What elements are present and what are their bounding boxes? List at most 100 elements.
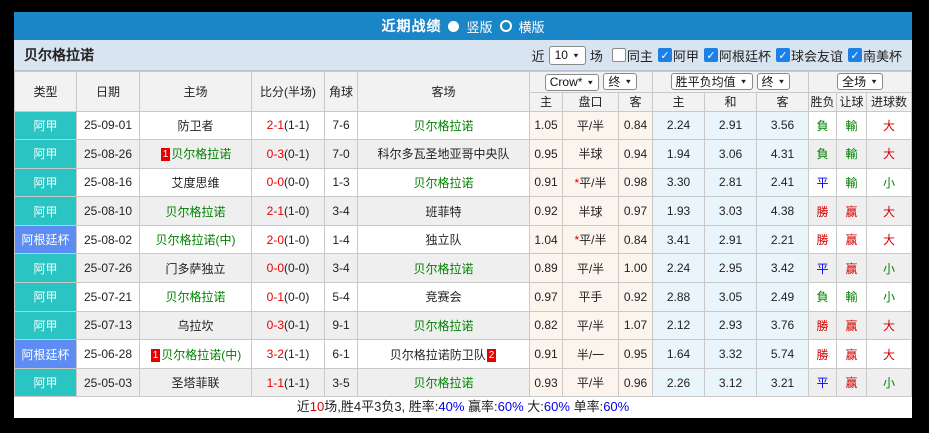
goals-result-cell: 小 bbox=[866, 282, 913, 312]
col-header-corner: 角球 bbox=[324, 71, 358, 112]
date-cell: 25-08-02 bbox=[76, 224, 140, 255]
fulltime-score: 1-1 bbox=[266, 375, 284, 390]
handicap-result-cell: 赢 bbox=[836, 224, 868, 255]
home-odds-cell: 0.95 bbox=[529, 139, 563, 169]
team-link[interactable]: 贝尔格拉诺(中) bbox=[156, 233, 236, 247]
team-link[interactable]: 竞赛会 bbox=[425, 290, 461, 304]
date-cell: 25-09-01 bbox=[76, 110, 140, 141]
away-odds-cell: 0.94 bbox=[617, 139, 654, 169]
vertical-layout-radio[interactable] bbox=[448, 20, 460, 32]
wdl-result-cell: 平 bbox=[808, 167, 838, 198]
avg-home-cell: 1.93 bbox=[652, 196, 706, 226]
team-link[interactable]: 贝尔格拉诺 bbox=[413, 319, 473, 333]
rank-badge: 1 bbox=[150, 348, 161, 362]
avg-home-cell: 1.64 bbox=[652, 339, 706, 369]
league-cell: 阿甲 bbox=[14, 167, 77, 198]
away-odds-cell: 0.84 bbox=[617, 110, 654, 141]
full-match-select[interactable]: 全场 ▼ bbox=[837, 73, 884, 91]
team-link[interactable]: 科尔多瓦圣地亚哥中央队 bbox=[377, 147, 509, 161]
team-link[interactable]: 贝尔格拉诺 bbox=[413, 119, 473, 133]
checked-checkbox-icon[interactable]: ✓ bbox=[657, 48, 672, 62]
league-filter-checkbox[interactable]: ✓ 球会友谊 bbox=[775, 46, 843, 65]
date-cell: 25-05-03 bbox=[76, 367, 140, 398]
avg-home-cell: 3.41 bbox=[652, 224, 706, 255]
home-odds-cell: 1.05 bbox=[529, 110, 563, 141]
checkbox-label[interactable]: 球会友谊 bbox=[791, 46, 843, 65]
handicap-result-cell: 赢 bbox=[836, 310, 868, 341]
date-cell: 25-06-28 bbox=[76, 339, 140, 369]
away-odds-cell: 0.84 bbox=[617, 224, 654, 255]
chevron-down-icon: ▼ bbox=[571, 51, 580, 59]
team-link[interactable]: 贝尔格拉诺 bbox=[413, 262, 473, 276]
team-link[interactable]: 圣塔菲联 bbox=[171, 376, 219, 390]
bookmaker-select[interactable]: Crow* ▼ bbox=[544, 73, 600, 91]
goals-result-cell: 小 bbox=[866, 253, 913, 284]
goals-result-cell: 大 bbox=[866, 339, 913, 369]
team-link[interactable]: 贝尔格拉诺 bbox=[171, 147, 231, 161]
halftime-score: (0-1) bbox=[284, 146, 310, 161]
away-odds-cell: 1.07 bbox=[617, 310, 654, 341]
league-filter-checkbox[interactable]: ✓ 阿根廷杯 bbox=[703, 46, 771, 65]
league-filter-checkbox[interactable]: ✓ 阿甲 bbox=[657, 46, 699, 65]
summary-label-2: 赢率: bbox=[464, 399, 498, 415]
match-count-select[interactable]: 10 ▼ bbox=[548, 45, 586, 65]
odds-group-header: Crow* ▼ 终 ▼ bbox=[528, 71, 654, 93]
unchecked-checkbox-icon[interactable]: ✓ bbox=[611, 48, 626, 62]
horizontal-layout-radio[interactable] bbox=[499, 20, 512, 32]
date-cell: 25-07-21 bbox=[76, 282, 140, 312]
team-link[interactable]: 门多萨独立 bbox=[165, 262, 225, 276]
fulltime-score: 2-1 bbox=[266, 118, 284, 133]
vertical-layout-label[interactable]: 竖版 bbox=[466, 17, 492, 36]
handicap-result-cell: 赢 bbox=[836, 339, 868, 369]
halftime-score: (1-1) bbox=[284, 118, 310, 133]
filters: 近 10 ▼ 场 ✓同主✓阿甲✓阿根廷杯✓球会友谊✓南美杯 bbox=[528, 45, 902, 65]
league-filter-checkbox[interactable]: ✓ 南美杯 bbox=[847, 46, 902, 65]
odds-time-select[interactable]: 终 ▼ bbox=[603, 73, 638, 90]
team-link[interactable]: 艾度思维 bbox=[171, 176, 219, 190]
avg-odds-select[interactable]: 胜平负均值 ▼ bbox=[670, 73, 753, 91]
corner-cell: 6-1 bbox=[324, 339, 358, 369]
checkbox-label[interactable]: 阿甲 bbox=[673, 46, 699, 65]
checked-checkbox-icon[interactable]: ✓ bbox=[703, 48, 718, 62]
fulltime-score: 0-1 bbox=[266, 289, 284, 304]
team-link[interactable]: 班菲特 bbox=[425, 205, 461, 219]
horizontal-layout-label[interactable]: 横版 bbox=[519, 17, 545, 36]
fulltime-score: 0-3 bbox=[266, 146, 284, 161]
summary-record: 场,胜4平3负3, 胜率: bbox=[324, 399, 439, 415]
checked-checkbox-icon[interactable]: ✓ bbox=[775, 48, 790, 62]
date-cell: 25-08-26 bbox=[76, 139, 140, 169]
handicap-result-cell: 輸 bbox=[836, 139, 868, 169]
wdl-result-cell: 負 bbox=[808, 139, 838, 169]
team-link[interactable]: 贝尔格拉诺 bbox=[413, 176, 473, 190]
team-link[interactable]: 防卫者 bbox=[177, 119, 213, 133]
near-label: 近 bbox=[531, 48, 545, 64]
checked-checkbox-icon[interactable]: ✓ bbox=[847, 48, 862, 62]
team-link[interactable]: 贝尔格拉诺 bbox=[165, 290, 225, 304]
team-link[interactable]: 贝尔格拉诺 bbox=[413, 376, 473, 390]
summary-odd-rate: 60% bbox=[603, 399, 630, 415]
chevron-down-icon: ▼ bbox=[777, 78, 786, 86]
team-link[interactable]: 乌拉坎 bbox=[177, 319, 213, 333]
handicap-result-cell: 輸 bbox=[836, 282, 868, 312]
team-link[interactable]: 贝尔格拉诺防卫队 bbox=[390, 348, 486, 362]
home-team-cell: 圣塔菲联 bbox=[139, 367, 252, 398]
result-group-header: 全场 ▼ bbox=[808, 71, 913, 93]
score-cell: 3-2(1-1) bbox=[251, 339, 325, 369]
avg-home-cell: 1.94 bbox=[652, 139, 706, 169]
corner-cell: 7-6 bbox=[324, 110, 358, 141]
team-link[interactable]: 独立队 bbox=[425, 233, 461, 247]
checkbox-label[interactable]: 阿根廷杯 bbox=[719, 46, 771, 65]
table-row: 阿甲 25-05-03 圣塔菲联 1-1(1-1) 3-5 贝尔格拉诺 0.93 平/半 0.9… bbox=[14, 367, 913, 398]
sub-header-avg-away: 客 bbox=[756, 91, 810, 112]
avg-time-select[interactable]: 终 ▼ bbox=[756, 73, 791, 91]
away-team-cell: 贝尔格拉诺 bbox=[357, 253, 530, 284]
results-table: 类型 日期 主场 比分(半场) 角球 客场 Crow* ▼ 终 ▼ 胜平负均值 … bbox=[14, 71, 913, 398]
team-link[interactable]: 贝尔格拉诺(中) bbox=[161, 348, 241, 362]
matches-label: 场 bbox=[589, 48, 603, 64]
fulltime-score: 3-2 bbox=[266, 347, 284, 362]
league-filter-checkbox[interactable]: ✓同主 bbox=[611, 46, 653, 65]
checkbox-label[interactable]: 南美杯 bbox=[863, 46, 902, 65]
avg-away-cell: 4.38 bbox=[756, 196, 810, 226]
team-link[interactable]: 贝尔格拉诺 bbox=[165, 205, 225, 219]
checkbox-label[interactable]: 同主 bbox=[627, 46, 653, 65]
